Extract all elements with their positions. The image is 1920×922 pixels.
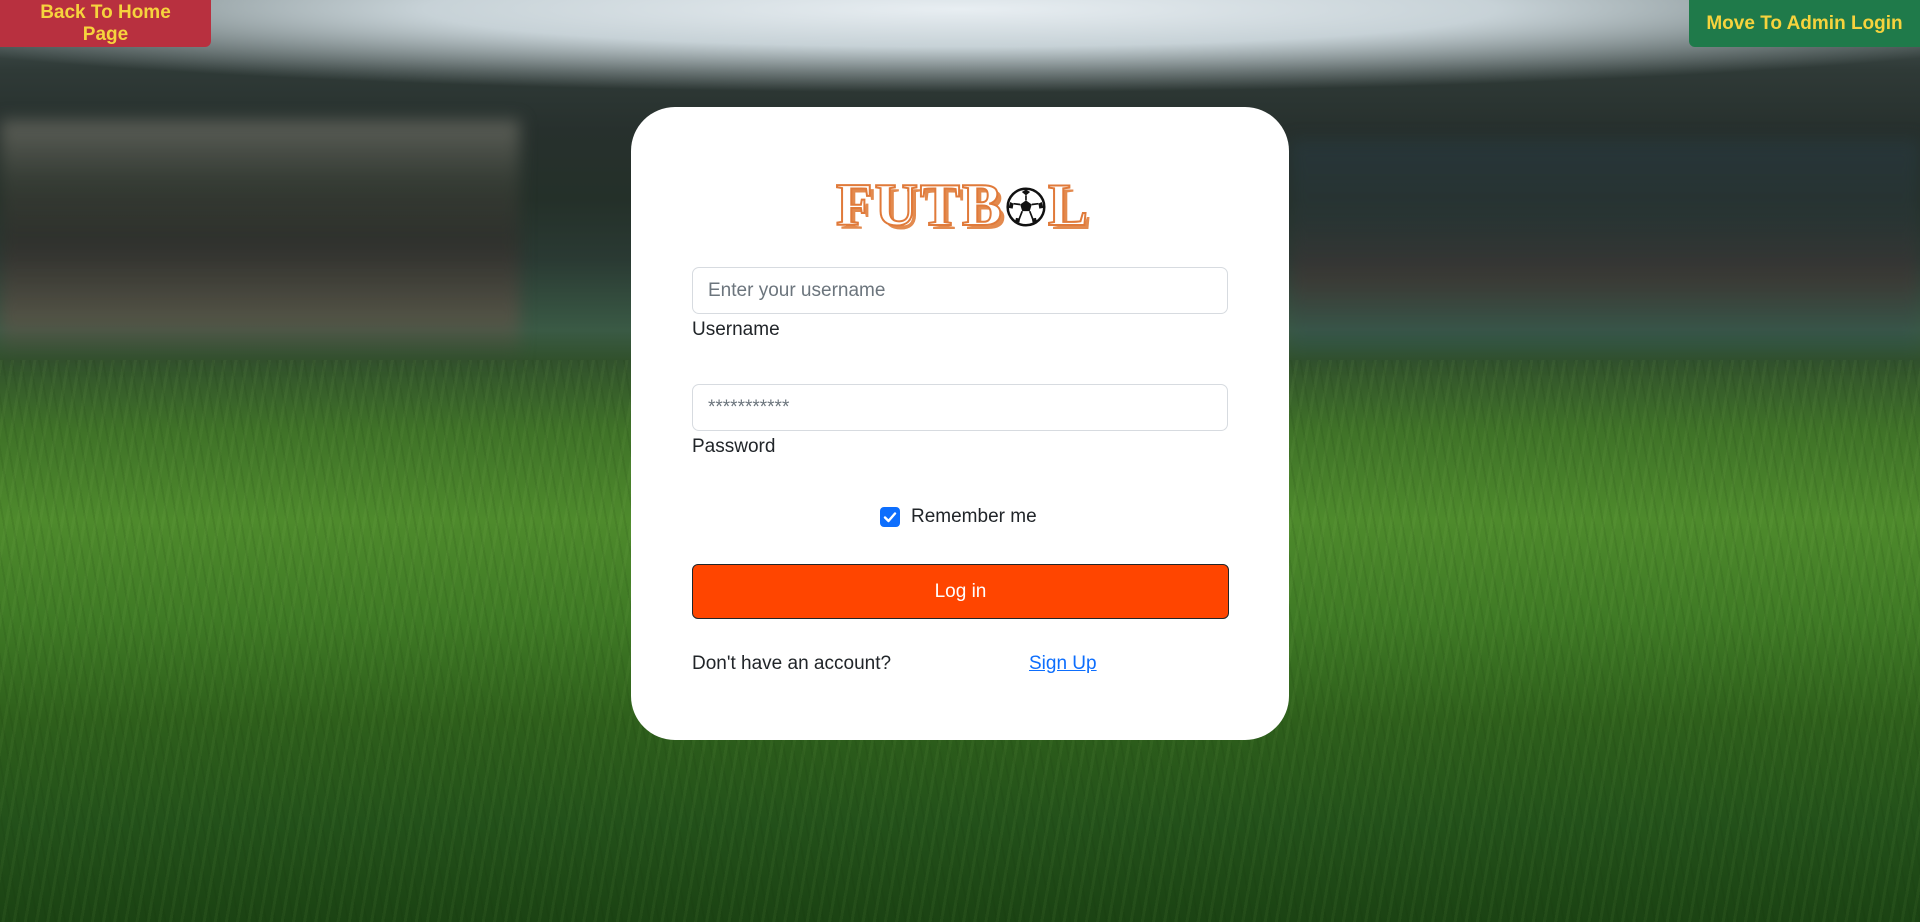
admin-login-button[interactable]: Move To Admin Login [1689,0,1920,47]
remember-me: Remember me [880,506,1037,528]
stadium-stands-right [1290,140,1920,360]
soccer-ball-icon [1006,187,1046,227]
username-input[interactable] [692,267,1228,314]
password-label: Password [692,436,776,457]
password-input[interactable] [692,384,1228,431]
remember-me-label[interactable]: Remember me [911,506,1037,528]
logo-text-end: L [1047,172,1090,238]
username-label: Username [692,319,780,340]
login-button[interactable]: Log in [692,564,1229,619]
checkmark-icon [883,512,897,523]
futbol-logo: FUTB L [835,172,1090,238]
logo-text-start: FUTB [835,172,1005,238]
no-account-text: Don't have an account? [692,653,892,674]
back-to-home-button[interactable]: Back To Home Page [0,0,211,47]
sign-up-link[interactable]: Sign Up [1029,653,1097,675]
login-card: FUTB L Username Password Remember me Log [631,107,1289,740]
stadium-stands-left [0,120,520,360]
remember-me-checkbox[interactable] [880,507,900,527]
